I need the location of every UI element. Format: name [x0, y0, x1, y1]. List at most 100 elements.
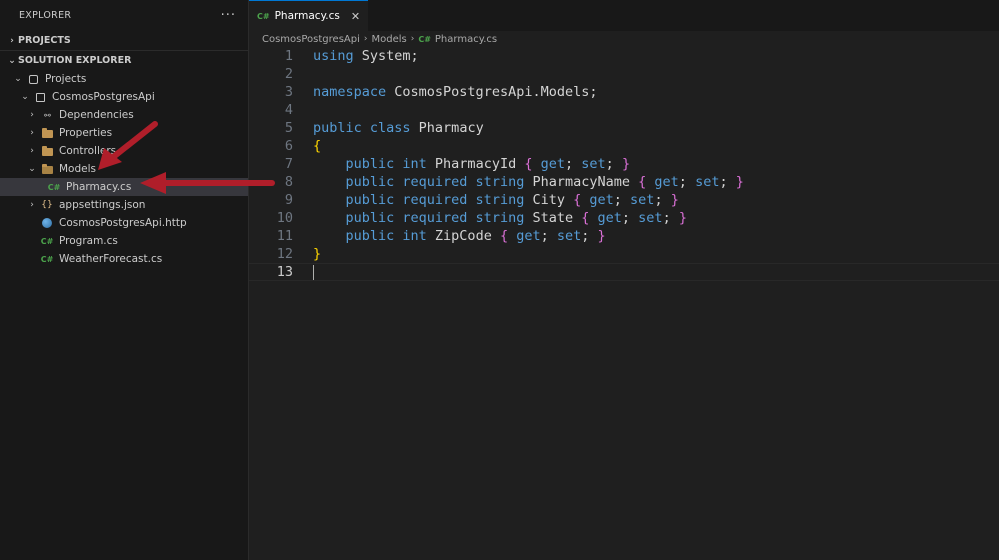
editor: C# Pharmacy.cs ✕ CosmosPostgresApi › Mod… [249, 0, 999, 560]
folder-icon [40, 126, 54, 140]
chevron-right-icon: › [30, 146, 34, 156]
tab-label: Pharmacy.cs [274, 10, 340, 22]
line-number: 12 [276, 246, 293, 262]
breadcrumb: CosmosPostgresApi › Models › C# Pharmacy… [249, 31, 999, 47]
keyword: public int [345, 156, 427, 172]
line-number: 11 [276, 228, 293, 244]
tree-item-label: CosmosPostgresApi.http [59, 217, 187, 229]
tree-item-label: CosmosPostgresApi [52, 91, 155, 103]
brace: } [621, 156, 631, 172]
close-icon[interactable]: ✕ [351, 10, 360, 23]
keyword: set [556, 228, 582, 244]
line-number: 4 [284, 102, 293, 118]
annotation-arrow-models [98, 121, 158, 170]
globe-icon [40, 216, 54, 230]
keyword: public required string [345, 210, 525, 226]
breadcrumb-item[interactable]: Models [371, 34, 406, 45]
breadcrumb-item[interactable]: Pharmacy.cs [435, 34, 497, 45]
code-editor[interactable]: 1 using System; 2 3 namespace CosmosPost… [249, 47, 999, 281]
tree-item-label: Program.cs [59, 235, 118, 247]
tree-item-project[interactable]: ⌄ CosmosPostgresApi [0, 88, 248, 106]
tree-item-program-cs[interactable]: C# Program.cs [0, 232, 248, 250]
brace: } [678, 210, 687, 226]
keyword: public required string [345, 174, 525, 190]
line-number: 2 [284, 66, 293, 82]
keyword: set [581, 156, 606, 172]
tree-item-projects[interactable]: ⌄ Projects [0, 70, 248, 88]
code-line: 6 { [249, 137, 999, 155]
code-line: 3 namespace CosmosPostgresApi.Models; [249, 83, 999, 101]
chevron-right-icon: › [30, 128, 34, 138]
tree-item-http[interactable]: CosmosPostgresApi.http [0, 214, 248, 232]
chevron-right-icon: › [30, 110, 34, 120]
ellipsis-icon[interactable]: ··· [221, 8, 236, 23]
keyword: public int [345, 228, 427, 244]
tree-item-label: WeatherForecast.cs [59, 253, 163, 265]
code-line: 12 } [249, 245, 999, 263]
keyword: get [540, 156, 566, 172]
section-projects-label: PROJECTS [18, 35, 71, 46]
keyword: set [695, 174, 720, 190]
chevron-right-icon: › [363, 34, 368, 44]
code-text: CosmosPostgresApi.Models; [386, 84, 598, 100]
solution-icon [26, 72, 40, 86]
csharp-file-icon: C# [40, 254, 54, 264]
property-name: State [524, 210, 582, 226]
json-file-icon: {} [41, 200, 53, 210]
code-line: 11 public int ZipCode { get; set; } [249, 227, 999, 245]
tree-item-label: Projects [45, 73, 87, 85]
line-number: 1 [284, 48, 293, 64]
folder-open-icon [40, 162, 54, 176]
chevron-right-icon: › [410, 34, 415, 44]
tree-item-weatherforecast-cs[interactable]: C# WeatherForecast.cs [0, 250, 248, 268]
section-projects[interactable]: › PROJECTS [0, 31, 248, 50]
tab-bar: C# Pharmacy.cs ✕ [249, 0, 999, 31]
line-number: 5 [284, 120, 293, 136]
close-brace: } [313, 246, 322, 262]
code-line: 2 [249, 65, 999, 83]
code-line: 9 public required string City { get; set… [249, 191, 999, 209]
class-name: Pharmacy [410, 120, 484, 136]
brace: } [735, 174, 744, 190]
folder-icon [40, 144, 54, 158]
chevron-down-icon: ⌄ [21, 92, 29, 102]
keyword: using [313, 48, 354, 64]
brace: } [670, 192, 679, 208]
tree-item-appsettings[interactable]: › {} appsettings.json [0, 196, 248, 214]
text-cursor [313, 264, 314, 280]
breadcrumb-item[interactable]: CosmosPostgresApi [262, 34, 360, 45]
code-line: 4 [249, 101, 999, 119]
csharp-file-icon: C# [418, 34, 431, 44]
line-number: 6 [284, 138, 293, 154]
code-line: 8 public required string PharmacyName { … [249, 173, 999, 191]
chevron-right-icon: › [30, 200, 34, 210]
sidebar: EXPLORER ··· › PROJECTS ⌄ SOLUTION EXPLO… [0, 0, 249, 560]
section-solution-explorer[interactable]: ⌄ SOLUTION EXPLORER [0, 50, 248, 70]
keyword: get [589, 192, 614, 208]
tab-pharmacy-cs[interactable]: C# Pharmacy.cs ✕ [249, 0, 369, 31]
keyword: get [516, 228, 541, 244]
chevron-down-icon: ⌄ [28, 164, 36, 174]
keyword: set [638, 210, 663, 226]
keyword: get [597, 210, 622, 226]
line-number: 10 [276, 210, 293, 226]
open-brace: { [313, 138, 322, 154]
brace: { [638, 174, 647, 190]
code-line-current: 13 [249, 263, 999, 281]
chevron-right-icon: › [10, 35, 14, 46]
chevron-down-icon: ⌄ [8, 55, 16, 66]
annotation-arrow-pharmacy [140, 172, 275, 194]
brace: { [524, 156, 533, 172]
code-line: 7 public int PharmacyId { get; set; } [249, 155, 999, 173]
code-line: 10 public required string State { get; s… [249, 209, 999, 227]
property-name: PharmacyName [524, 174, 639, 190]
project-icon [33, 90, 47, 104]
tree-item-label: appsettings.json [59, 199, 146, 211]
property-name: PharmacyId [426, 156, 525, 172]
explorer-title: EXPLORER [19, 10, 72, 21]
csharp-file-icon: C# [257, 11, 270, 21]
csharp-file-icon: C# [47, 182, 61, 192]
keyword: public class [313, 120, 411, 136]
keyword: namespace [313, 84, 387, 100]
csharp-file-icon: C# [40, 236, 54, 246]
